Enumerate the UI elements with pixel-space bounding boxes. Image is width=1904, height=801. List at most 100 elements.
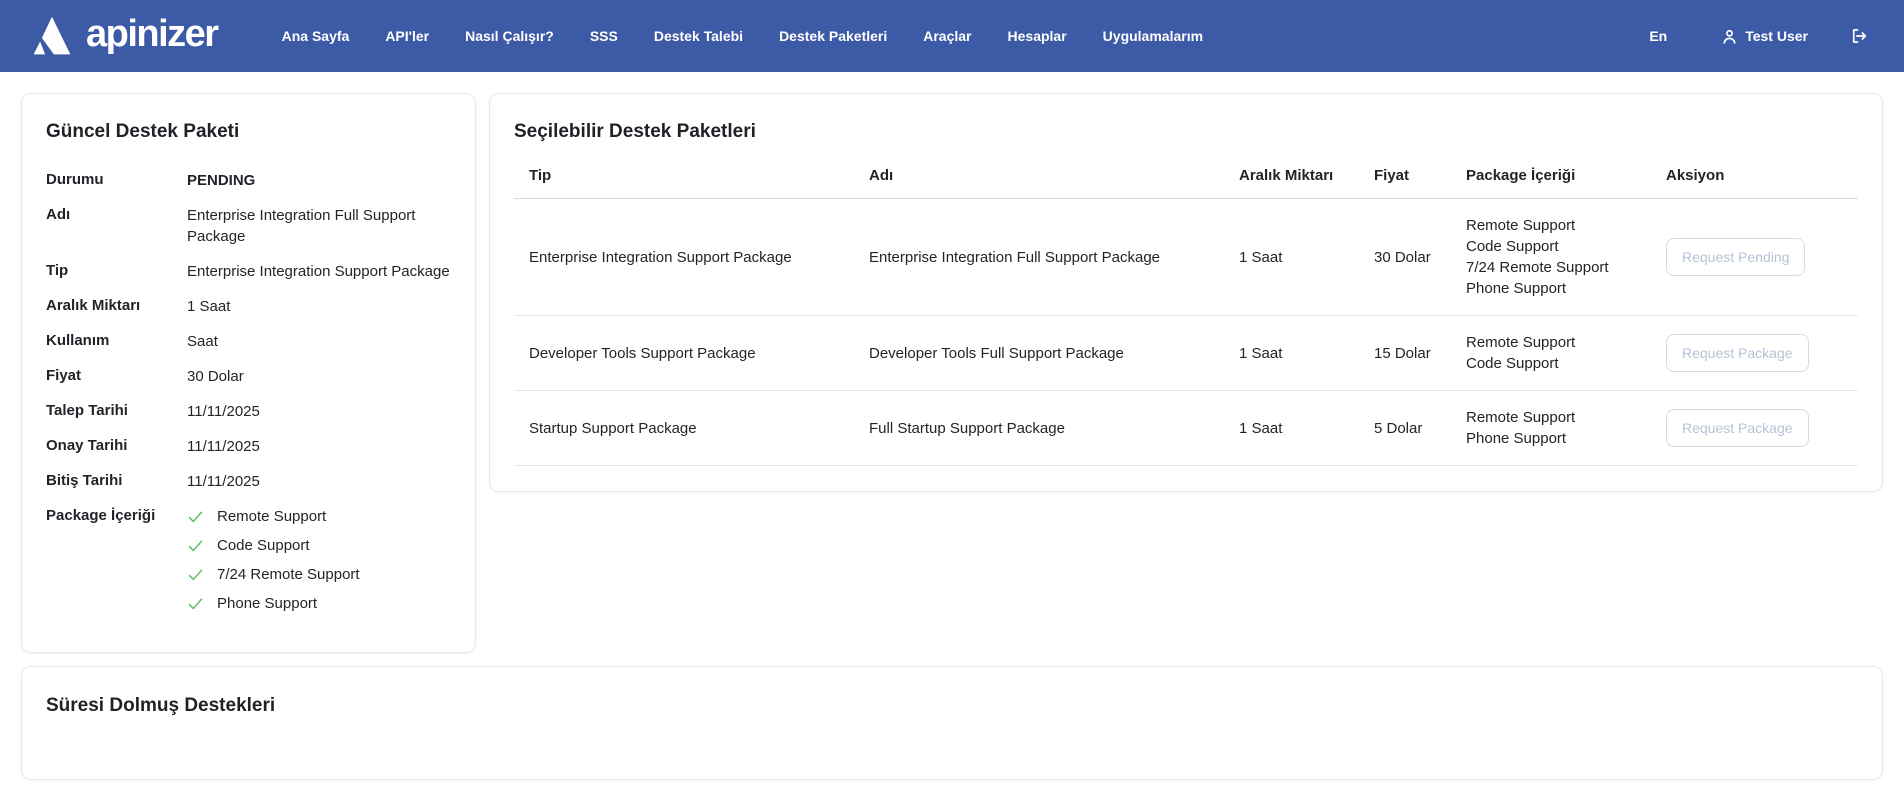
column-header: Aksiyon: [1651, 167, 1858, 199]
field-label: Aralık Miktarı: [46, 296, 187, 314]
user-name: Test User: [1745, 28, 1808, 44]
field-value: 11/11/2025: [187, 471, 451, 492]
check-icon: [187, 537, 204, 554]
field-label: Bitiş Tarihi: [46, 471, 187, 489]
package-content-item: Phone Support: [187, 593, 451, 614]
package-content-item: 7/24 Remote Support: [187, 564, 451, 585]
package-contents-label: Package İçeriği: [46, 506, 187, 524]
field-value: 11/11/2025: [187, 436, 451, 457]
column-header: Package İçeriği: [1451, 167, 1651, 199]
package-content-item: Remote Support: [187, 506, 451, 527]
selectable-packages-table: TipAdıAralık MiktarıFiyatPackage İçeriği…: [514, 167, 1858, 466]
cell-aralik-miktari: 1 Saat: [1224, 316, 1359, 391]
field-label: Adı: [46, 205, 187, 223]
nav-right: En Test User: [1631, 18, 1874, 55]
check-icon: [187, 508, 204, 525]
cell-aksiyon: Request Pending: [1651, 199, 1858, 316]
package-content-line: Phone Support: [1466, 278, 1645, 299]
field-value: Saat: [187, 331, 451, 352]
cell-tip: Developer Tools Support Package: [514, 316, 854, 391]
field-label: Talep Tarihi: [46, 401, 187, 419]
column-header: Fiyat: [1359, 167, 1451, 199]
cell-fiyat: 15 Dolar: [1359, 316, 1451, 391]
package-content-line: Code Support: [1466, 236, 1645, 257]
cell-aralik-miktari: 1 Saat: [1224, 391, 1359, 466]
package-content-text: Code Support: [217, 537, 310, 554]
package-content-text: Phone Support: [217, 595, 317, 612]
field-row: Aralık Miktarı1 Saat: [46, 296, 451, 317]
check-icon: [187, 566, 204, 583]
cell-aksiyon: Request Package: [1651, 316, 1858, 391]
main-content: Güncel Destek Paketi DurumuPENDINGAdıEnt…: [0, 72, 1904, 801]
current-package-title: Güncel Destek Paketi: [46, 121, 451, 143]
expired-supports-card: Süresi Dolmuş Destekleri: [21, 666, 1883, 780]
package-contents-list: Remote Support Code Support 7/24 Remote Su…: [187, 506, 451, 622]
user-menu[interactable]: Test User: [1703, 18, 1826, 55]
cell-adi: Full Startup Support Package: [854, 391, 1224, 466]
cell-fiyat: 5 Dolar: [1359, 391, 1451, 466]
table-header-row: TipAdıAralık MiktarıFiyatPackage İçeriği…: [514, 167, 1858, 199]
field-row: KullanımSaat: [46, 331, 451, 352]
field-value: Enterprise Integration Full Support Pack…: [187, 205, 451, 247]
package-content-item: Code Support: [187, 535, 451, 556]
nav-item-api-ler[interactable]: API'ler: [367, 18, 447, 54]
request-package-button[interactable]: Request Package: [1666, 334, 1809, 372]
package-content-line: Remote Support: [1466, 407, 1645, 428]
field-value: Enterprise Integration Support Package: [187, 261, 451, 282]
field-row: AdıEnterprise Integration Full Support P…: [46, 205, 451, 247]
field-row: Bitiş Tarihi11/11/2025: [46, 471, 451, 492]
cell-tip: Enterprise Integration Support Package: [514, 199, 854, 316]
field-label: Onay Tarihi: [46, 436, 187, 454]
cell-tip: Startup Support Package: [514, 391, 854, 466]
cell-aksiyon: Request Package: [1651, 391, 1858, 466]
field-label: Fiyat: [46, 366, 187, 384]
check-icon: [187, 595, 204, 612]
package-content-line: Code Support: [1466, 353, 1645, 374]
package-content-text: Remote Support: [217, 508, 326, 525]
language-selector[interactable]: En: [1631, 18, 1685, 54]
selectable-packages-title: Seçilebilir Destek Paketleri: [514, 121, 1858, 143]
brand-logo[interactable]: apinizer: [30, 14, 218, 58]
package-content-line: 7/24 Remote Support: [1466, 257, 1645, 278]
package-content-line: Remote Support: [1466, 332, 1645, 353]
selectable-packages-card: Seçilebilir Destek Paketleri TipAdıAralı…: [489, 93, 1883, 492]
cell-package-icerigi: Remote SupportCode Support: [1451, 316, 1651, 391]
field-row: TipEnterprise Integration Support Packag…: [46, 261, 451, 282]
field-label: Tip: [46, 261, 187, 279]
field-row: Fiyat30 Dolar: [46, 366, 451, 387]
column-header: Aralık Miktarı: [1224, 167, 1359, 199]
current-package-fields: DurumuPENDING AdıEnterprise Integration F…: [46, 170, 451, 492]
expired-supports-title: Süresi Dolmuş Destekleri: [46, 695, 1858, 717]
nav-item-destek-talebi[interactable]: Destek Talebi: [636, 18, 761, 54]
apinizer-logo-icon: [30, 14, 74, 58]
person-icon: [1721, 28, 1738, 45]
logout-icon: [1850, 27, 1868, 45]
field-label: Kullanım: [46, 331, 187, 349]
nav-item-ara-lar[interactable]: Araçlar: [905, 18, 989, 54]
request-package-button[interactable]: Request Package: [1666, 409, 1809, 447]
package-contents-row: Package İçeriği Remote Support Code Suppo…: [46, 506, 451, 622]
nav-item-ana-sayfa[interactable]: Ana Sayfa: [264, 18, 368, 54]
nav-item-destek-paketleri[interactable]: Destek Paketleri: [761, 18, 905, 54]
cell-adi: Developer Tools Full Support Package: [854, 316, 1224, 391]
brand-name: apinizer: [86, 15, 218, 57]
field-row: DurumuPENDING: [46, 170, 451, 191]
cell-aralik-miktari: 1 Saat: [1224, 199, 1359, 316]
cell-adi: Enterprise Integration Full Support Pack…: [854, 199, 1224, 316]
cell-package-icerigi: Remote SupportPhone Support: [1451, 391, 1651, 466]
table-row: Startup Support PackageFull Startup Supp…: [514, 391, 1858, 466]
package-content-line: Phone Support: [1466, 428, 1645, 449]
nav-menu: Ana SayfaAPI'lerNasıl Çalışır?SSSDestek …: [264, 18, 1221, 54]
column-header: Adı: [854, 167, 1224, 199]
column-header: Tip: [514, 167, 854, 199]
nav-item-sss[interactable]: SSS: [572, 18, 636, 54]
request-pending-button[interactable]: Request Pending: [1666, 238, 1805, 276]
logout-button[interactable]: [1844, 21, 1874, 51]
top-navbar: apinizer Ana SayfaAPI'lerNasıl Çalışır?S…: [0, 0, 1904, 72]
nav-item-uygulamalar-m[interactable]: Uygulamalarım: [1085, 18, 1221, 54]
field-row: Talep Tarihi11/11/2025: [46, 401, 451, 422]
cell-package-icerigi: Remote SupportCode Support7/24 Remote Su…: [1451, 199, 1651, 316]
nav-item-nas-l-al-r[interactable]: Nasıl Çalışır?: [447, 18, 572, 54]
cell-fiyat: 30 Dolar: [1359, 199, 1451, 316]
nav-item-hesaplar[interactable]: Hesaplar: [990, 18, 1085, 54]
